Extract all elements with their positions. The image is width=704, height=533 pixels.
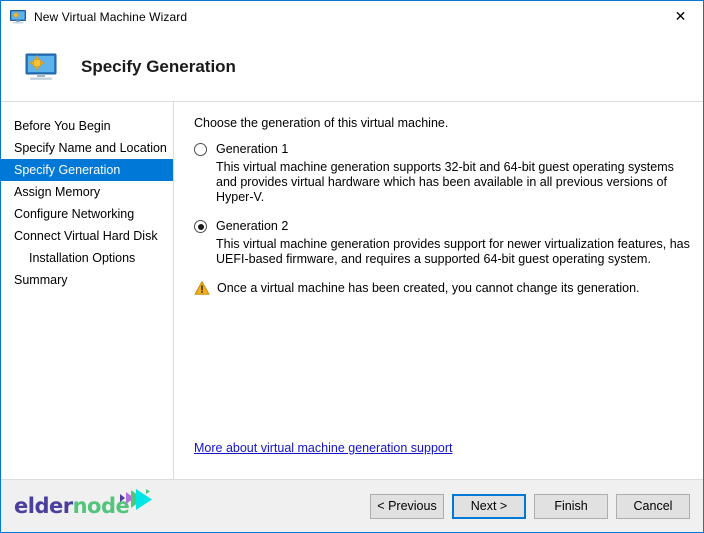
logo-text: eldernode xyxy=(14,493,130,518)
sidebar-item-assign-memory[interactable]: Assign Memory xyxy=(1,181,173,203)
footer-bar: eldernode < Previous Next > Finish Cance… xyxy=(1,479,703,532)
intro-text: Choose the generation of this virtual ma… xyxy=(194,116,449,130)
window-title: New Virtual Machine Wizard xyxy=(34,10,188,24)
previous-button[interactable]: < Previous xyxy=(370,493,444,519)
more-about-generation-link[interactable]: More about virtual machine generation su… xyxy=(194,441,452,455)
content-panel: Choose the generation of this virtual ma… xyxy=(174,102,703,479)
cancel-button[interactable]: Cancel xyxy=(616,493,690,519)
sidebar-item-connect-virtual-hard-disk[interactable]: Connect Virtual Hard Disk xyxy=(1,225,173,247)
page-header: Specify Generation xyxy=(1,33,703,102)
sidebar-item-summary[interactable]: Summary xyxy=(1,269,173,291)
logo-play-mark-icon xyxy=(116,484,162,523)
title-bar: New Virtual Machine Wizard ✕ xyxy=(1,1,703,33)
sidebar-item-before-you-begin[interactable]: Before You Begin xyxy=(1,115,173,137)
radio-label-generation-1: Generation 1 xyxy=(216,142,289,156)
warning-text: Once a virtual machine has been created,… xyxy=(217,281,640,295)
button-bar: < Previous Next > Finish Cancel xyxy=(370,493,690,519)
radio-description-generation-1: This virtual machine generation supports… xyxy=(216,160,674,204)
radio-option-generation-1[interactable]: Generation 1 xyxy=(194,142,691,156)
radio-option-generation-2[interactable]: Generation 2 xyxy=(194,219,691,233)
sidebar-item-configure-networking[interactable]: Configure Networking xyxy=(1,203,173,225)
wizard-window: New Virtual Machine Wizard ✕ Specify Gen… xyxy=(0,0,704,533)
sidebar-item-specify-generation[interactable]: Specify Generation xyxy=(1,159,173,181)
sidebar-item-specify-name-and-location[interactable]: Specify Name and Location xyxy=(1,137,173,159)
page-title: Specify Generation xyxy=(81,57,236,76)
virtual-machine-icon xyxy=(10,9,26,25)
warning-triangle-icon xyxy=(194,280,210,296)
generation-warning: Once a virtual machine has been created,… xyxy=(194,281,691,296)
radio-label-generation-2: Generation 2 xyxy=(216,219,289,233)
close-icon[interactable]: ✕ xyxy=(658,1,703,31)
radio-description-generation-2: This virtual machine generation provides… xyxy=(216,237,690,266)
radio-generation-1[interactable] xyxy=(194,143,207,156)
body-area: Before You Begin Specify Name and Locati… xyxy=(1,102,703,479)
logo-text-primary: elder xyxy=(14,493,73,518)
wizard-steps-sidebar: Before You Begin Specify Name and Locati… xyxy=(1,102,174,479)
sidebar-item-installation-options[interactable]: Installation Options xyxy=(1,247,173,269)
radio-generation-2[interactable] xyxy=(194,220,207,233)
virtual-machine-icon xyxy=(25,51,57,83)
next-button[interactable]: Next > xyxy=(452,493,526,519)
eldernode-logo: eldernode xyxy=(14,488,162,523)
finish-button[interactable]: Finish xyxy=(534,493,608,519)
